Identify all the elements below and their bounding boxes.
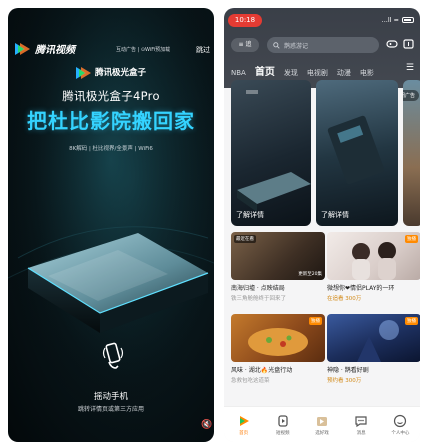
shake-phone-icon	[102, 342, 124, 369]
brand-logo-icon	[76, 66, 92, 79]
banner-ad-2[interactable]: 了解详情	[316, 80, 398, 226]
video-subtitle: 急救包吃这道菜	[231, 378, 270, 384]
banner-ad-1[interactable]: 了解详情	[231, 80, 311, 226]
tabbar-message[interactable]: 消息	[346, 414, 376, 436]
video-thumbnail: 最近在看 更新至20集	[231, 232, 325, 280]
app-logo: 腾讯视频	[15, 41, 75, 56]
tab-movie[interactable]: 电影	[360, 68, 374, 78]
shake-title: 摇动手机	[93, 392, 128, 402]
home-icon	[239, 415, 249, 426]
search-input[interactable]: 鹊惑游记	[267, 37, 379, 53]
tabbar-short-video[interactable]: 短视频	[268, 414, 298, 436]
tab-tv-series[interactable]: 电视剧	[307, 68, 328, 78]
video-card[interactable]: 独播 风味 · 湖北🔥光盘行动 急救包吃这道菜	[231, 314, 325, 384]
movie-board-icon	[316, 416, 327, 426]
screenshot-root: 腾讯视频 互动广告 | ⊙WiFi预加载 跳过 腾讯极光盒子 腾讯极光盒子4Pr…	[0, 0, 426, 447]
exclusive-badge: 独播	[405, 235, 418, 243]
tabbar-movie-board[interactable]: 选好戏	[307, 414, 337, 436]
video-title: 微想你❤情侣PLAY的一环	[327, 285, 395, 292]
brand-name: 腾讯极光盒子	[95, 68, 147, 78]
tabbar-label: 个人中心	[391, 430, 410, 436]
video-title: 南海归墟 · 点映结局	[231, 285, 285, 292]
skip-button[interactable]: 跳过	[196, 45, 210, 55]
exclusive-badge: 独播	[309, 317, 322, 325]
tabbar-label: 首页	[239, 430, 249, 436]
profile-icon	[394, 414, 407, 427]
ad-headline: 把杜比影院搬回家	[27, 109, 195, 133]
device-illustration	[27, 233, 209, 333]
hot-count: 预约看 300万	[327, 378, 362, 384]
video-thumbnail: 独播	[327, 314, 420, 362]
search-icon	[273, 41, 280, 49]
video-title: 神隐 · 鹊看好剧	[327, 367, 369, 374]
exclusive-badge: 独播	[405, 317, 418, 325]
search-placeholder: 鹊惑游记	[284, 42, 309, 50]
video-subtitle: 铁三角舱舱终于回来了	[231, 296, 287, 302]
bottom-tab-bar: 首页 短视频 选好戏 消息 个人中心	[224, 406, 420, 442]
close-ad-button[interactable]: 关闭广告	[403, 90, 420, 101]
status-icons: ...ll ≈	[382, 16, 414, 24]
short-video-icon	[278, 414, 288, 427]
tab-home[interactable]: 首页	[255, 63, 275, 78]
battery-icon	[402, 17, 414, 23]
app-home-screen: 10:18 ...ll ≈ ≡ 追 鹊惑游记 NBA 首页 发现 电视剧 动漫	[224, 8, 420, 442]
feature-list: 8K解码 | 杜比视界/全景声 | WiFi6	[69, 146, 153, 152]
video-thumbnail: 独播	[231, 314, 325, 362]
tabbar-label: 短视频	[276, 430, 290, 436]
shake-subtitle: 跳转详情页或第三方应用	[77, 406, 144, 413]
hot-count: 在追看 300万	[327, 296, 362, 302]
menu-icon[interactable]: ☰	[406, 63, 414, 73]
tabbar-label: 选好戏	[315, 430, 329, 436]
message-icon	[355, 415, 367, 427]
tab-nba[interactable]: NBA	[231, 69, 246, 77]
tabbar-profile[interactable]: 个人中心	[385, 414, 415, 436]
tabbar-label: 消息	[356, 430, 366, 436]
speaker-mute-icon[interactable]: 🔇	[201, 420, 212, 430]
banner-2-caption: 了解详情	[321, 211, 349, 219]
banner-device-image	[237, 90, 311, 212]
tabbar-home[interactable]: 首页	[229, 414, 259, 436]
video-thumbnail: 独播	[327, 232, 420, 280]
download-icon[interactable]	[403, 39, 414, 49]
tencent-video-logo-icon	[15, 43, 31, 55]
tab-anime[interactable]: 动漫	[337, 68, 351, 78]
brand-row: 腾讯极光盒子	[76, 66, 147, 79]
signal-icon: ...ll ≈	[381, 16, 399, 24]
banner-ad-3[interactable]: 关闭广告	[403, 80, 420, 226]
tab-discover[interactable]: 发现	[284, 68, 298, 78]
nav-tabs: NBA 首页 发现 电视剧 动漫 电影	[231, 63, 374, 78]
menu-button[interactable]: ≡ 追	[231, 38, 259, 52]
video-card[interactable]: 独播 微想你❤情侣PLAY的一环 在追看 300万	[327, 232, 420, 302]
video-card[interactable]: 最近在看 更新至20集 南海归墟 · 点映结局 铁三角舱舱终于回来了	[231, 232, 325, 302]
episode-label: 更新至20集	[298, 272, 322, 277]
banner-1-caption: 了解详情	[236, 211, 264, 219]
video-card[interactable]: 独播 神隐 · 鹊看好剧 预约看 300万	[327, 314, 420, 384]
recent-tag: 最近在看	[234, 235, 256, 243]
banner-hardware-image	[327, 115, 385, 185]
app-logo-text: 腾讯视频	[35, 45, 75, 56]
splash-ad-screen: 腾讯视频 互动广告 | ⊙WiFi预加载 跳过 腾讯极光盒子 腾讯极光盒子4Pr…	[8, 8, 214, 442]
status-time: 10:18	[228, 14, 262, 27]
gamepad-icon[interactable]	[386, 39, 398, 49]
video-title: 风味 · 湖北🔥光盘行动	[231, 367, 293, 374]
product-name: 腾讯极光盒子4Pro	[62, 89, 160, 103]
ad-tags: 互动广告 | ⊙WiFi预加载	[116, 47, 171, 53]
